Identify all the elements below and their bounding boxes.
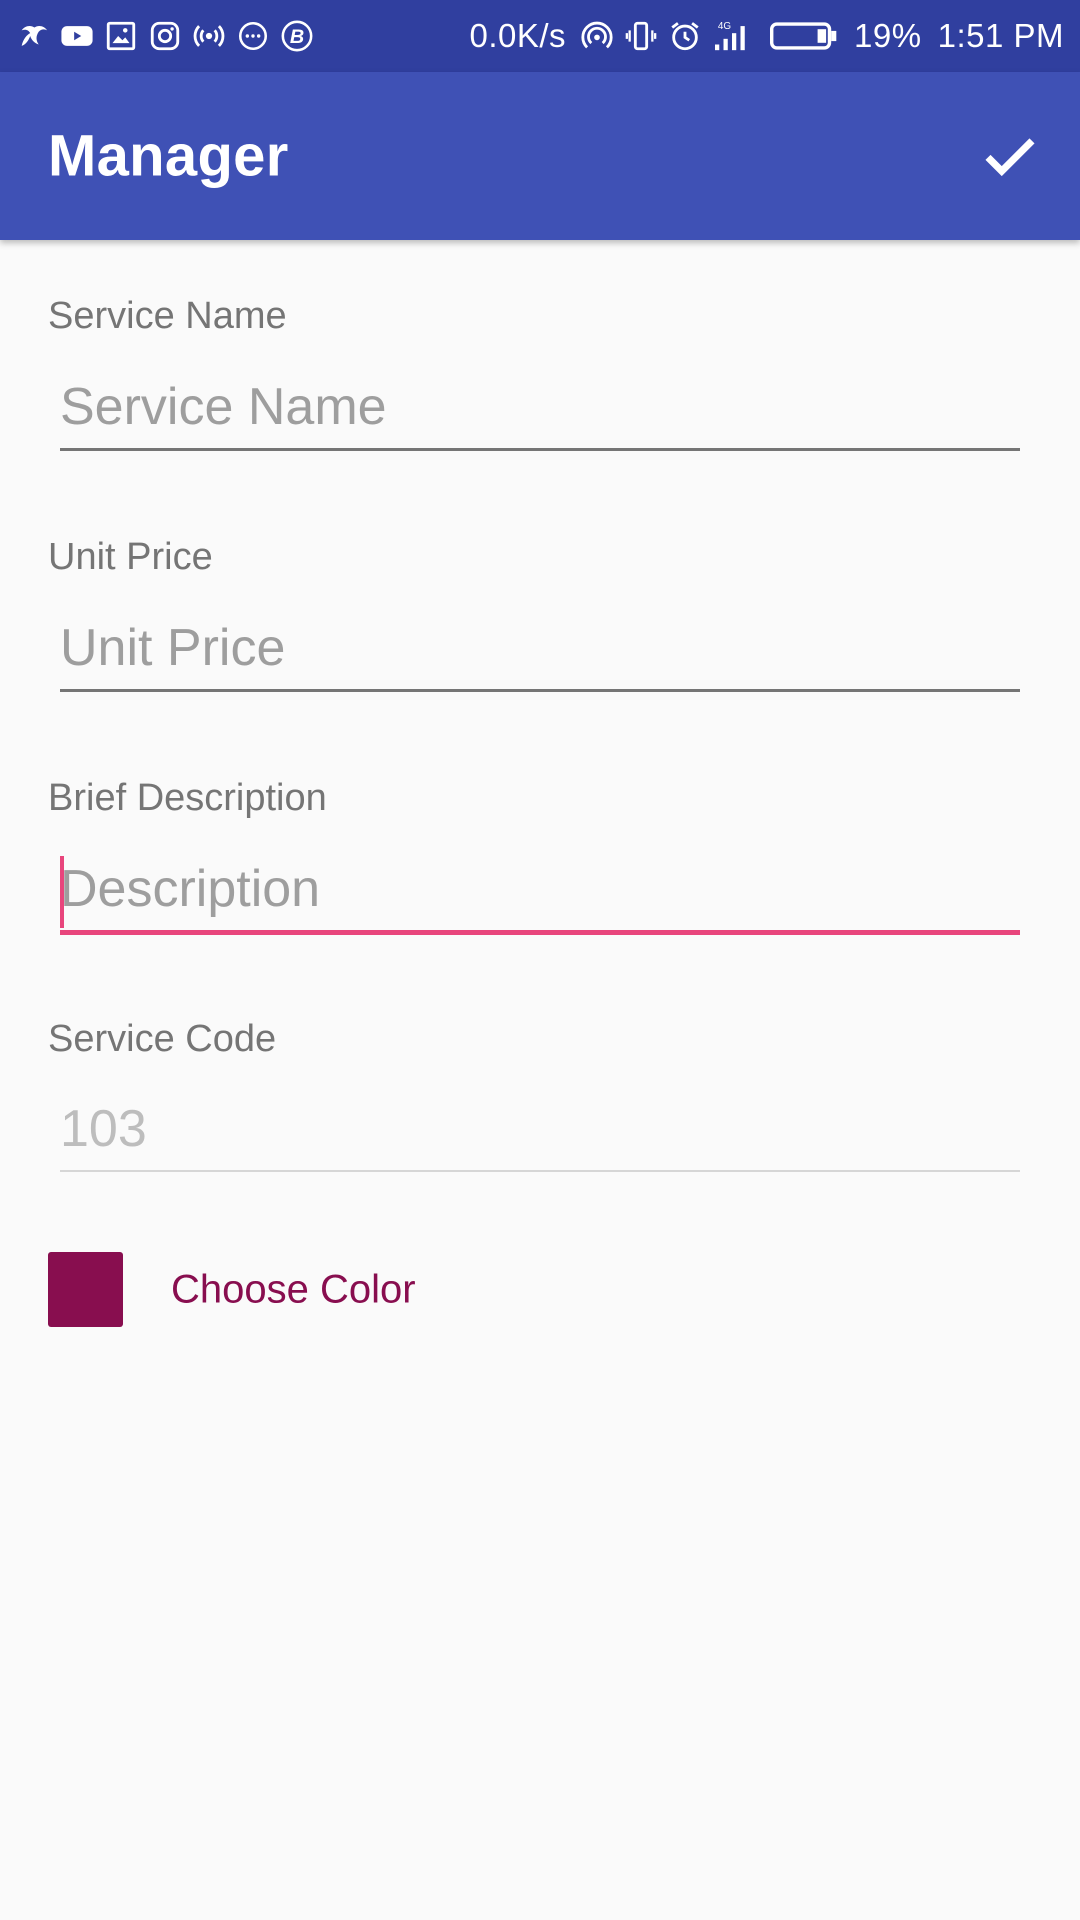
network-type-label: 4G bbox=[718, 21, 731, 32]
clock-time: 1:51 PM bbox=[937, 17, 1064, 54]
vibrate-icon bbox=[624, 19, 658, 53]
text-cursor bbox=[60, 856, 64, 928]
check-icon bbox=[985, 138, 1035, 177]
net-speed: 0.0K/s bbox=[469, 17, 567, 54]
confirm-button[interactable] bbox=[972, 118, 1048, 194]
battery-percent: 19% bbox=[854, 17, 922, 54]
svg-text:B: B bbox=[290, 26, 304, 48]
page-title: Manager bbox=[48, 123, 289, 189]
instagram-icon bbox=[148, 19, 182, 53]
unit-price-input[interactable] bbox=[60, 606, 1020, 692]
service-code-label: Service Code bbox=[48, 1018, 277, 1060]
chat-bubble-icon bbox=[236, 19, 270, 53]
alarm-icon bbox=[668, 19, 702, 53]
signal-4g-icon: 4G bbox=[712, 19, 752, 53]
color-swatch[interactable] bbox=[48, 1252, 123, 1327]
description-input[interactable] bbox=[60, 847, 1020, 935]
description-label: Brief Description bbox=[48, 777, 327, 819]
b-circle-icon: B bbox=[280, 19, 314, 53]
broadcast-icon bbox=[192, 19, 226, 53]
bird-app-icon bbox=[16, 19, 50, 53]
color-picker-row: Choose Color bbox=[0, 1252, 1080, 1328]
choose-color-button[interactable]: Choose Color bbox=[171, 1268, 416, 1313]
status-bar: B 0.0K/s 4G 19% 1:51 PM bbox=[0, 0, 1080, 72]
hotspot-icon bbox=[580, 19, 614, 53]
status-bar-right: 0.0K/s 4G 19% 1:51 PM bbox=[463, 17, 1064, 55]
battery-icon bbox=[770, 19, 838, 53]
youtube-icon bbox=[60, 19, 94, 53]
app-bar: Manager bbox=[0, 72, 1080, 240]
service-code-input bbox=[60, 1088, 1020, 1172]
unit-price-label: Unit Price bbox=[48, 536, 213, 578]
service-name-label: Service Name bbox=[48, 295, 287, 337]
status-bar-left: B bbox=[16, 19, 324, 53]
service-name-input[interactable] bbox=[60, 365, 1020, 451]
gallery-icon bbox=[104, 19, 138, 53]
